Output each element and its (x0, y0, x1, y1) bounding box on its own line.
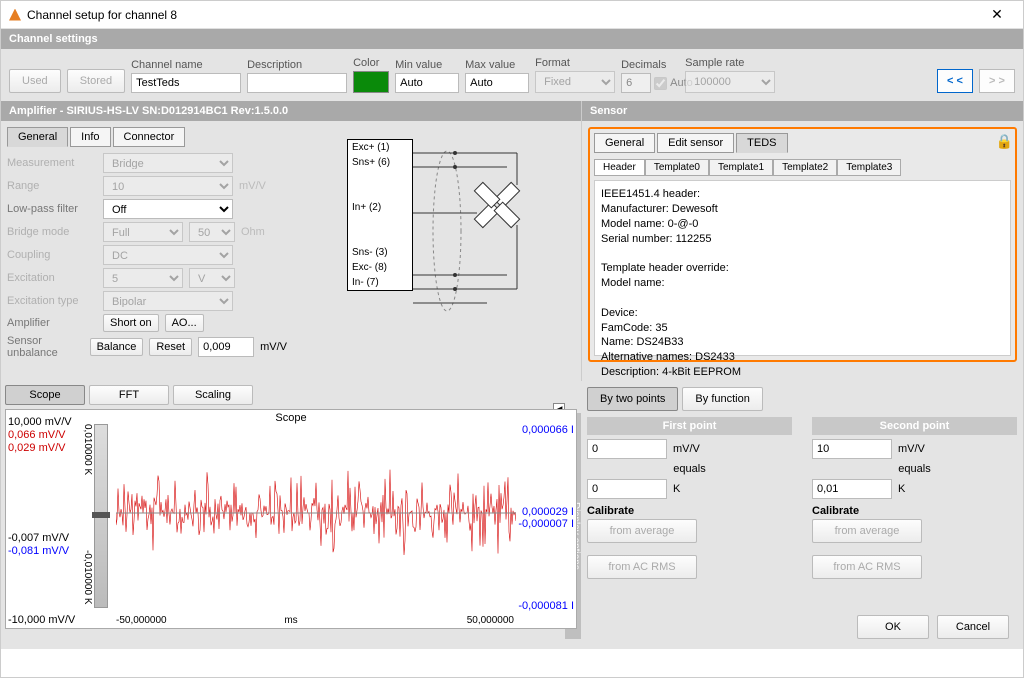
max-label: Max value (465, 59, 529, 71)
p1-value[interactable] (587, 439, 667, 459)
from-rms-2[interactable]: from AC RMS (812, 555, 922, 579)
channel-name-input[interactable] (131, 73, 241, 93)
range-unit: mV/V (239, 180, 266, 192)
excitation-unit-select[interactable]: V (189, 268, 235, 288)
from-rms-1[interactable]: from AC RMS (587, 555, 697, 579)
lpf-select[interactable]: Off (103, 199, 233, 219)
sample-rate-select[interactable]: 100000 (685, 71, 775, 93)
subtab-header[interactable]: Header (594, 159, 645, 176)
fft-tab[interactable]: FFT (89, 385, 169, 405)
subtab-t3[interactable]: Template3 (837, 159, 901, 176)
bridge-mode-select[interactable]: Full (103, 222, 183, 242)
color-label: Color (353, 57, 389, 69)
excitation-type-select[interactable]: Bipolar (103, 291, 233, 311)
coupling-label: Coupling (7, 249, 97, 261)
wiring-diagram: Exc+ (1) Sns+ (6) In+ (2) Sns- (3) Exc- … (287, 127, 575, 375)
p2-value[interactable] (812, 439, 892, 459)
ao-button[interactable]: AO... (165, 314, 204, 332)
channel-settings-header: Channel settings (1, 29, 1023, 49)
sample-rate-label: Sample rate (685, 57, 775, 69)
channel-name-label: Channel name (131, 59, 241, 71)
sensor-unbalance-label: Sensor unbalance (7, 335, 84, 359)
from-average-1[interactable]: from average (587, 519, 697, 543)
coupling-select[interactable]: DC (103, 245, 233, 265)
used-button[interactable]: Used (9, 69, 61, 93)
window-title: Channel setup for channel 8 (27, 8, 979, 22)
min-label: Min value (395, 59, 459, 71)
measurement-select[interactable]: Bridge (103, 153, 233, 173)
reset-button[interactable]: Reset (149, 338, 192, 356)
p1-k[interactable] (587, 479, 667, 499)
min-input[interactable] (395, 73, 459, 93)
excitation-type-label: Excitation type (7, 295, 97, 307)
unbalance-unit: mV/V (260, 341, 287, 353)
tab-general[interactable]: General (7, 127, 68, 147)
teds-panel: General Edit sensor TEDS Header Template… (588, 127, 1017, 362)
scaling-tab[interactable]: Scaling (173, 385, 253, 405)
format-label: Format (535, 57, 615, 69)
by-function-tab[interactable]: By function (682, 387, 762, 411)
short-on-button[interactable]: Short on (103, 314, 159, 332)
second-point-header: Second point (812, 417, 1017, 435)
measurement-label: Measurement (7, 157, 97, 169)
sensor-header: Sensor (582, 101, 1023, 121)
subtab-t0[interactable]: Template0 (645, 159, 709, 176)
amplifier-header: Amplifier - SIRIUS-HS-LV SN:D012914BC1 R… (1, 101, 581, 121)
color-swatch[interactable] (353, 71, 389, 93)
tab-connector[interactable]: Connector (113, 127, 186, 147)
range-label: Range (7, 180, 97, 192)
decimals-label: Decimals (621, 59, 679, 71)
next-channel-button[interactable]: > > (979, 69, 1015, 93)
max-input[interactable] (465, 73, 529, 93)
close-icon[interactable]: ✕ (979, 6, 1015, 23)
by-two-points-tab[interactable]: By two points (587, 387, 678, 411)
description-label: Description (247, 59, 347, 71)
unbalance-input[interactable] (198, 337, 254, 357)
teds-text: IEEE1451.4 header: Manufacturer: Dewesof… (594, 180, 1011, 356)
scope-tab[interactable]: Scope (5, 385, 85, 405)
from-average-2[interactable]: from average (812, 519, 922, 543)
balance-button[interactable]: Balance (90, 338, 144, 356)
stored-button[interactable]: Stored (67, 69, 125, 93)
p2-k[interactable] (812, 479, 892, 499)
range-select[interactable]: 10 (103, 176, 233, 196)
sensor-tab-teds[interactable]: TEDS (736, 133, 787, 153)
first-point-header: First point (587, 417, 792, 435)
sensor-tab-general[interactable]: General (594, 133, 655, 153)
app-logo (9, 9, 21, 21)
subtab-t1[interactable]: Template1 (709, 159, 773, 176)
excitation-label: Excitation (7, 272, 97, 284)
excitation-select[interactable]: 5 (103, 268, 183, 288)
lpf-label: Low-pass filter (7, 203, 97, 215)
ok-button[interactable]: OK (857, 615, 929, 639)
decimals-input (621, 73, 651, 93)
cancel-button[interactable]: Cancel (937, 615, 1009, 639)
prev-channel-button[interactable]: < < (937, 69, 973, 93)
sensor-tab-edit[interactable]: Edit sensor (657, 133, 734, 153)
lock-icon[interactable]: 🔒 (996, 133, 1013, 150)
auto-checkbox[interactable] (654, 77, 667, 90)
level-slider[interactable] (94, 424, 108, 608)
amplifier-label: Amplifier (7, 317, 97, 329)
bridge-mode-label: Bridge mode (7, 226, 97, 238)
description-input[interactable] (247, 73, 347, 93)
bridge-imp-select[interactable]: 50 (189, 222, 235, 242)
tab-info[interactable]: Info (70, 127, 110, 147)
bridge-unit: Ohm (241, 226, 265, 238)
scope-chart[interactable]: 10,000 mV/V 0,066 mV/V 0,029 mV/V -0,007… (5, 409, 577, 629)
subtab-t2[interactable]: Template2 (773, 159, 837, 176)
format-select[interactable]: Fixed (535, 71, 615, 93)
